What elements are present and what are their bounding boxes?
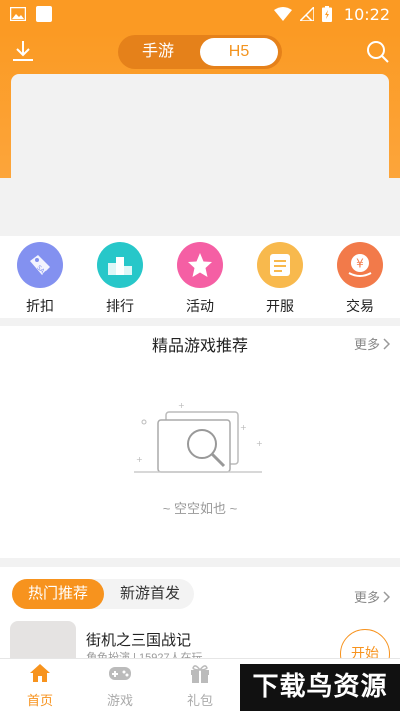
quick-item-label: 折扣	[26, 298, 54, 314]
tab-h5[interactable]: H5	[200, 38, 278, 66]
nav-gifts[interactable]: 礼包	[175, 663, 225, 709]
svg-text:+: +	[240, 423, 247, 432]
platform-tabs: 手游 H5	[118, 35, 282, 69]
quick-menu: SALE 折扣 排行 活动 开服 ¥ 交易	[0, 236, 400, 318]
hot-tabs: 热门推荐 新游首发	[12, 579, 194, 609]
quick-item-ranking[interactable]: 排行	[90, 242, 150, 316]
no-signal-icon	[299, 7, 314, 21]
tab-new-releases[interactable]: 新游首发	[106, 579, 194, 609]
gamepad-icon	[109, 667, 131, 680]
clock: 10:22	[343, 4, 390, 24]
nav-label: 礼包	[186, 693, 213, 708]
svg-text:+: +	[178, 401, 185, 410]
quick-item-label: 排行	[106, 298, 134, 314]
search-icon[interactable]	[364, 38, 390, 64]
gift-icon	[191, 665, 209, 683]
chevron-right-icon	[383, 337, 390, 350]
quick-item-trade[interactable]: ¥ 交易	[330, 242, 390, 316]
quick-item-events[interactable]: 活动	[170, 242, 230, 316]
section-title: 精品游戏推荐	[151, 338, 248, 355]
quick-item-label: 活动	[186, 298, 214, 314]
svg-text:+: +	[136, 455, 143, 464]
gallery-notification-icon	[10, 7, 26, 21]
nav-home[interactable]: 首页	[15, 663, 65, 709]
status-bar: 10:22	[0, 0, 400, 28]
more-link[interactable]: 更多	[354, 587, 390, 606]
more-link[interactable]: 更多	[354, 334, 390, 353]
hot-games-section: 热门推荐 新游首发 更多 街机之三国战记 角色扮演 | 15927人在玩 开始	[0, 567, 400, 681]
ranking-podium-icon	[97, 242, 143, 288]
more-label: 更多	[353, 590, 380, 605]
battery-charging-icon	[321, 6, 332, 22]
chevron-right-icon	[383, 590, 390, 603]
watermark: 下载鸟资源	[240, 664, 400, 711]
empty-state-text: ~ 空空如也 ~	[162, 501, 238, 516]
quick-item-label: 交易	[346, 298, 374, 314]
yuan-exchange-icon: ¥	[337, 242, 383, 288]
star-icon	[177, 242, 223, 288]
quick-item-discount[interactable]: SALE 折扣	[10, 242, 70, 316]
app-notification-icon	[36, 6, 52, 22]
nav-label: 游戏	[106, 693, 133, 708]
tab-hot-recommend[interactable]: 热门推荐	[12, 579, 104, 609]
nav-games[interactable]: 游戏	[95, 663, 145, 709]
empty-state-illustration: + + + +	[134, 401, 263, 473]
svg-text:+: +	[256, 439, 263, 448]
tab-mobile-games[interactable]: 手游	[122, 38, 194, 66]
quick-item-label: 开服	[266, 298, 294, 314]
server-list-icon	[257, 242, 303, 288]
home-icon	[30, 664, 50, 682]
nav-label: 首页	[26, 693, 53, 708]
svg-text:¥: ¥	[356, 257, 364, 271]
quick-item-new-servers[interactable]: 开服	[250, 242, 310, 316]
banner-carousel[interactable]	[11, 74, 389, 236]
featured-games-section: 精品游戏推荐 更多 + + + + ~ 空空如也 ~	[0, 326, 400, 558]
game-name: 街机之三国战记	[86, 632, 192, 649]
more-label: 更多	[353, 337, 380, 352]
wifi-icon	[273, 7, 292, 21]
download-icon[interactable]	[10, 38, 36, 64]
discount-tag-icon: SALE	[17, 242, 63, 288]
